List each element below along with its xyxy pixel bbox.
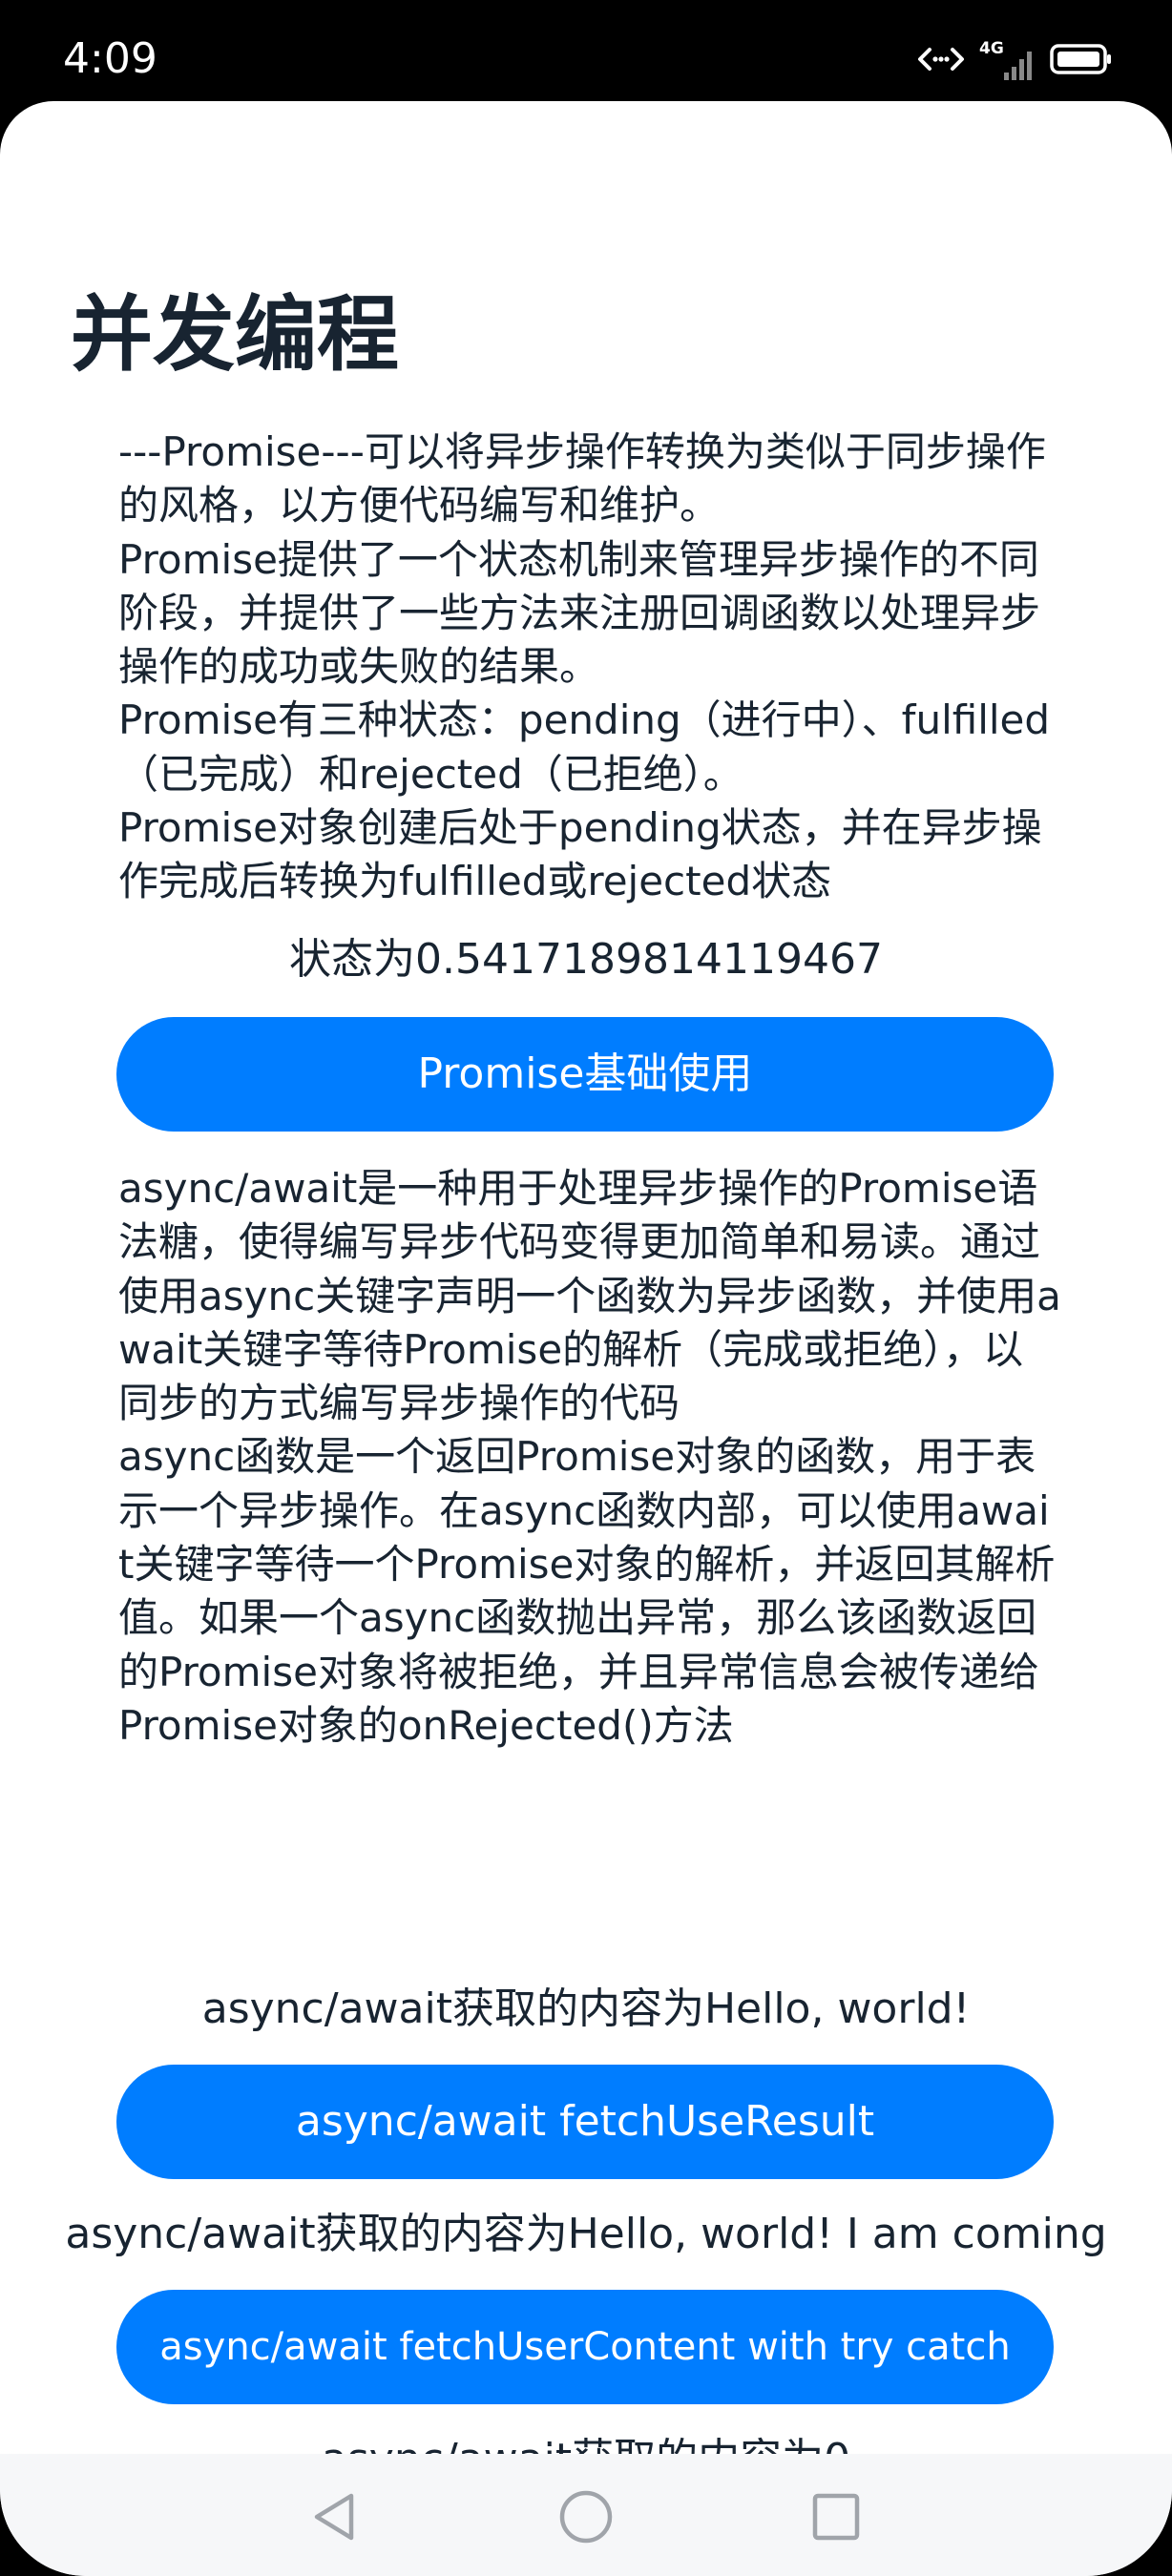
back-button[interactable] (302, 2483, 370, 2551)
promise-result-text: 状态为0.5417189814119467 (289, 935, 883, 984)
async-result-text-1: async/await获取的内容为Hello, world! (201, 1984, 971, 2033)
fetch-use-result-button[interactable]: async/await fetchUseResult (116, 2065, 1054, 2179)
status-icons: 4G (916, 38, 1113, 84)
status-bar: 4:09 4G (0, 0, 1172, 103)
recents-button[interactable] (802, 2483, 870, 2551)
navigation-bar (0, 2454, 1172, 2576)
async-result-text-3: async/await获取的内容为0 (0, 2431, 1172, 2454)
async-result-text-2: async/await获取的内容为Hello, world! I am comi… (65, 2210, 1107, 2258)
recents-icon (812, 2493, 860, 2541)
home-button[interactable] (552, 2483, 620, 2551)
promise-description: ---Promise---可以将异步操作转换为类似于同步操作的风格，以方便代码编… (118, 428, 1051, 905)
status-time: 4:09 (63, 34, 157, 83)
back-icon (314, 2493, 354, 2541)
signal-icon: 4G (979, 40, 1036, 82)
app-screen: 并发编程 ---Promise---可以将异步操作转换为类似于同步操作的风格，以… (0, 101, 1172, 2576)
async-await-description: async/await是一种用于处理异步操作的Promise语法糖，使得编写异步… (118, 1165, 1061, 1749)
battery-icon (1050, 43, 1113, 79)
data-transfer-icon (916, 44, 966, 78)
page-title: 并发编程 (71, 287, 399, 383)
fetch-user-content-try-catch-button[interactable]: async/await fetchUserContent with try ca… (116, 2290, 1054, 2404)
promise-basic-button[interactable]: Promise基础使用 (116, 1017, 1054, 1132)
home-icon (559, 2490, 613, 2544)
scroll-content[interactable]: 并发编程 ---Promise---可以将异步操作转换为类似于同步操作的风格，以… (0, 101, 1172, 2454)
